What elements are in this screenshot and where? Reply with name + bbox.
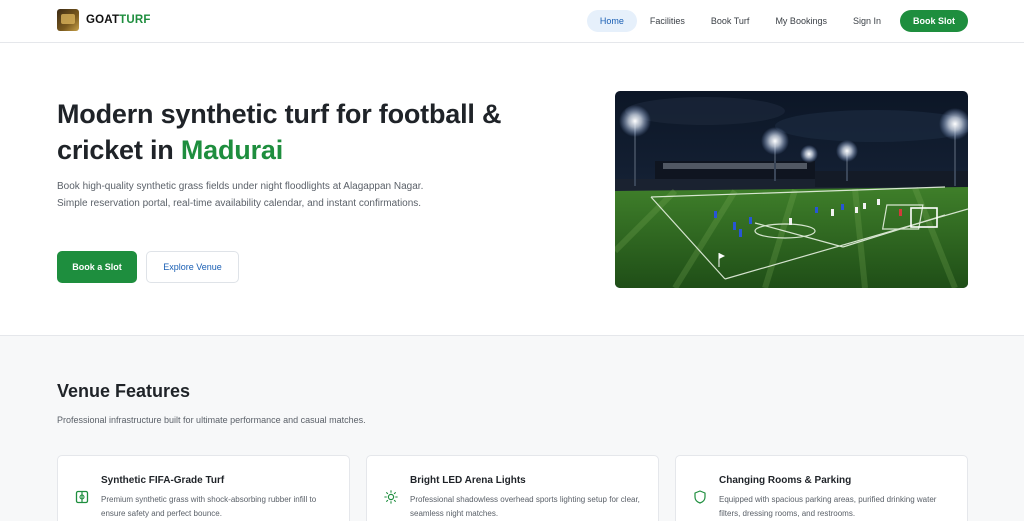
shield-icon <box>694 490 706 504</box>
features-title: Venue Features <box>57 381 191 401</box>
brand-name-part1: GOAT <box>86 14 120 26</box>
book-slot-button[interactable]: Book Slot <box>900 10 968 32</box>
feature-card-description: Equipped with spacious parking areas, pu… <box>719 495 937 518</box>
hero-title-highlight: Madurai <box>180 135 283 165</box>
brand-name: GOATTURF <box>86 14 151 26</box>
site-header: GOATTURF Home Facilities Book Turf My Bo… <box>0 0 1024 43</box>
feature-card-title: Changing Rooms & Parking <box>719 475 852 486</box>
light-icon <box>384 490 398 504</box>
feature-card-turf: Synthetic FIFA-Grade Turf Premium synthe… <box>57 455 350 521</box>
feature-card-description: Professional shadowless overhead sports … <box>410 495 640 518</box>
brand-name-part2: TURF <box>119 14 151 26</box>
stadium-image <box>615 91 968 288</box>
book-a-slot-button[interactable]: Book a Slot <box>57 251 137 283</box>
feature-card-amenities: Changing Rooms & Parking Equipped with s… <box>675 455 968 521</box>
brand-logo[interactable]: GOATTURF <box>57 9 151 31</box>
feature-card-title: Bright LED Arena Lights <box>410 475 526 486</box>
hero-description: Book high-quality synthetic grass fields… <box>57 181 424 209</box>
nav-facilities[interactable]: Facilities <box>637 10 698 32</box>
explore-venue-button[interactable]: Explore Venue <box>146 251 239 283</box>
nav-sign-in[interactable]: Sign In <box>840 10 894 32</box>
feature-card-lights: Bright LED Arena Lights Professional sha… <box>366 455 659 521</box>
field-icon <box>75 490 89 504</box>
main-nav: Home Facilities Book Turf My Bookings Si… <box>586 10 968 32</box>
nav-my-bookings[interactable]: My Bookings <box>762 10 840 32</box>
nav-home[interactable]: Home <box>586 10 637 32</box>
logo-badge-icon <box>57 9 79 31</box>
venue-features-section: Venue Features Professional infrastructu… <box>0 335 1024 521</box>
feature-card-description: Premium synthetic grass with shock-absor… <box>101 495 317 518</box>
feature-card-title: Synthetic FIFA-Grade Turf <box>101 475 225 486</box>
nav-book-turf[interactable]: Book Turf <box>698 10 763 32</box>
hero-title: Modern synthetic turf for football & cri… <box>57 96 577 168</box>
features-subtitle: Professional infrastructure built for ul… <box>57 415 366 425</box>
